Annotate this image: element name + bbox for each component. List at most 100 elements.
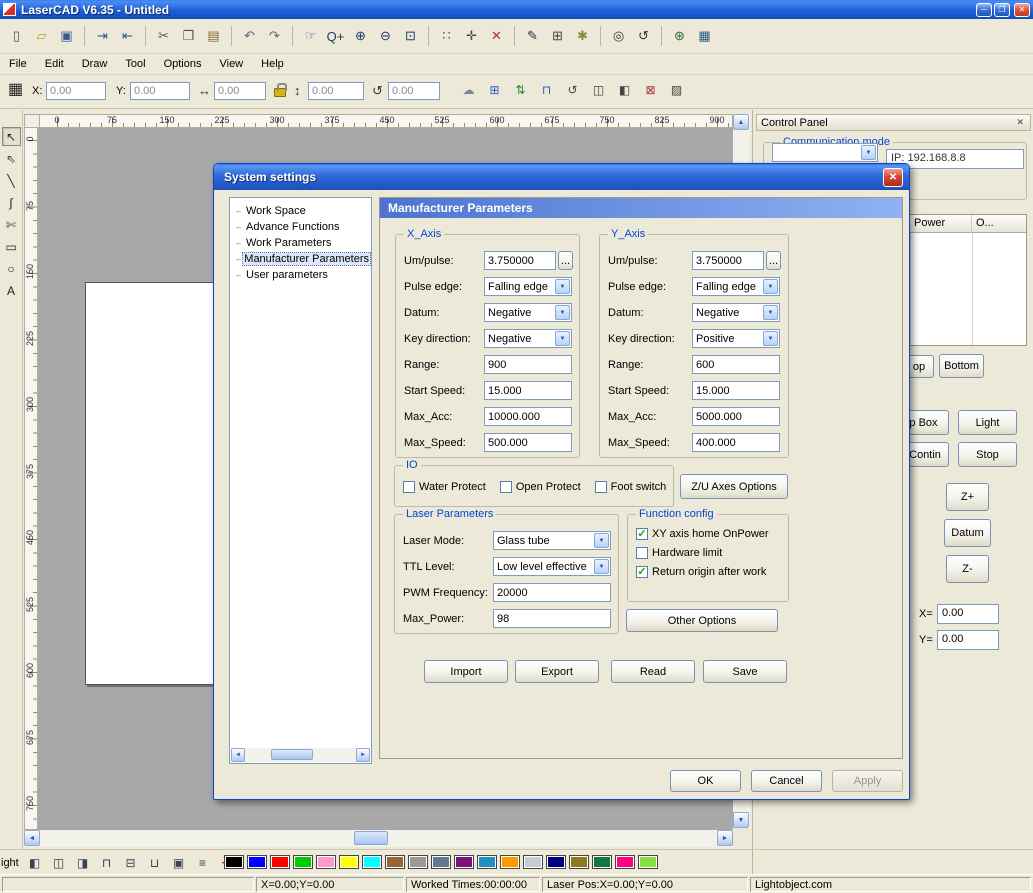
pan-hand-icon[interactable]: ☞ — [299, 25, 322, 48]
scrollbar-thumb[interactable] — [271, 749, 313, 760]
menu-item-edit[interactable]: Edit — [36, 55, 73, 73]
delete-object-icon[interactable]: ⊠ — [640, 80, 661, 99]
curve-tool[interactable]: ∫ — [2, 193, 21, 212]
import-file-icon[interactable]: ⇥ — [91, 25, 114, 48]
ok-button[interactable]: OK — [670, 770, 741, 792]
dialog-close-button[interactable]: ✕ — [883, 168, 903, 187]
align-top-icon[interactable]: ⊓ — [96, 853, 117, 872]
paste-icon[interactable]: ▤ — [202, 25, 225, 48]
align-bottom-icon[interactable]: ⊔ — [144, 853, 165, 872]
tools-icon[interactable]: ✱ — [571, 25, 594, 48]
menu-item-help[interactable]: Help — [252, 55, 293, 73]
zoom-plus-icon[interactable]: Q+ — [324, 25, 347, 48]
text-tool[interactable]: A — [2, 281, 21, 300]
checkbox-open-protect[interactable]: Open Protect — [500, 481, 581, 493]
zu-axes-options-button[interactable]: Z/U Axes Options — [680, 474, 788, 499]
input-um-pulse[interactable]: 3.750000 — [484, 251, 556, 270]
color-swatch-7[interactable] — [385, 855, 405, 869]
checkbox-hardware-limit[interactable]: Hardware limit — [636, 547, 788, 559]
export-button[interactable]: Export — [515, 660, 599, 683]
select-key-direction[interactable]: Negative▼ — [484, 329, 572, 348]
scroll-right-icon[interactable]: ► — [356, 748, 370, 762]
save-button[interactable]: Save — [703, 660, 787, 683]
rotate-tool-icon[interactable]: ↺ — [562, 80, 583, 99]
bridge-icon[interactable]: ⊓ — [536, 80, 557, 99]
y-coordinate-input[interactable]: 0.00 — [130, 82, 190, 100]
input-um-pulse[interactable]: 3.750000 — [692, 251, 764, 270]
color-swatch-3[interactable] — [293, 855, 313, 869]
import-button[interactable]: Import — [424, 660, 508, 683]
align-right-icon[interactable]: ◨ — [72, 853, 93, 872]
rectangle-tool[interactable]: ▭ — [2, 237, 21, 256]
node-delete-icon[interactable]: ✕ — [485, 25, 508, 48]
rotate-view-icon[interactable]: ↺ — [632, 25, 655, 48]
align-middle-icon[interactable]: ⊟ — [120, 853, 141, 872]
distribute-icon[interactable]: ≡ — [192, 853, 213, 872]
input-start-speed[interactable]: 15.000 — [692, 381, 780, 400]
color-swatch-0[interactable] — [224, 855, 244, 869]
tree-item-manufacturer-parameters[interactable]: –Manufacturer Parameters — [230, 251, 371, 267]
scroll-left-icon[interactable]: ◄ — [231, 748, 245, 762]
color-swatch-8[interactable] — [408, 855, 428, 869]
weld-icon[interactable]: ☁ — [458, 80, 479, 99]
node-add-icon[interactable]: ✛ — [460, 25, 483, 48]
same-size-icon[interactable]: ▣ — [168, 853, 189, 872]
width-input[interactable]: 0.00 — [214, 82, 266, 100]
mirror-horizontal-icon[interactable]: ◧ — [614, 80, 635, 99]
undo-icon[interactable]: ↶ — [238, 25, 261, 48]
apply-button[interactable]: Apply — [832, 770, 903, 792]
color-swatch-2[interactable] — [270, 855, 290, 869]
menu-item-draw[interactable]: Draw — [73, 55, 117, 73]
tree-item-work-parameters[interactable]: –Work Parameters — [230, 235, 371, 251]
cut-icon[interactable]: ✂ — [152, 25, 175, 48]
close-icon[interactable]: ✕ — [1014, 117, 1026, 128]
save-icon[interactable]: ▣ — [55, 25, 78, 48]
select-datum[interactable]: Negative▼ — [692, 303, 780, 322]
input-max-acc[interactable]: 10000.000 — [484, 407, 572, 426]
color-swatch-13[interactable] — [523, 855, 543, 869]
hatch-icon[interactable]: ▨ — [666, 80, 687, 99]
checkbox-water-protect[interactable]: Water Protect — [403, 481, 486, 493]
redo-icon[interactable]: ↷ — [263, 25, 286, 48]
input-max-acc[interactable]: 5000.000 — [692, 407, 780, 426]
copy-icon[interactable]: ❐ — [177, 25, 200, 48]
communication-mode-select[interactable]: ▼ — [772, 143, 878, 162]
node-edit-tool[interactable]: ⇖ — [2, 149, 21, 168]
select-pulse-edge[interactable]: Falling edge▼ — [692, 277, 780, 296]
array-icon[interactable]: ⊞ — [484, 80, 505, 99]
checkbox-xy-axis-home-onpower[interactable]: ✓XY axis home OnPower — [636, 528, 788, 540]
node-array-icon[interactable]: ∷ — [435, 25, 458, 48]
tree-item-work-space[interactable]: –Work Space — [230, 203, 371, 219]
z-plus-button[interactable]: Z+ — [946, 483, 989, 511]
input-pwm-frequency[interactable]: 20000 — [493, 583, 611, 602]
color-swatch-6[interactable] — [362, 855, 382, 869]
x-coordinate-input[interactable]: 0.00 — [46, 82, 106, 100]
menu-item-file[interactable]: File — [0, 55, 36, 73]
sort-icon[interactable]: ⇅ — [510, 80, 531, 99]
menu-item-view[interactable]: View — [210, 55, 252, 73]
input-range[interactable]: 600 — [692, 355, 780, 374]
checkbox-foot-switch[interactable]: Foot switch — [595, 481, 667, 493]
input-max-speed[interactable]: 500.000 — [484, 433, 572, 452]
tree-horizontal-scrollbar[interactable]: ◄ ► — [231, 748, 370, 762]
color-swatch-10[interactable] — [454, 855, 474, 869]
ellipse-tool[interactable]: ○ — [2, 259, 21, 278]
ellipsis-button[interactable]: ... — [558, 251, 573, 270]
select-datum[interactable]: Negative▼ — [484, 303, 572, 322]
tree-item-user-parameters[interactable]: –User parameters — [230, 267, 371, 283]
zoom-out-icon[interactable]: ⊖ — [374, 25, 397, 48]
select-laser-mode[interactable]: Glass tube▼ — [493, 531, 611, 550]
select-key-direction[interactable]: Positive▼ — [692, 329, 780, 348]
output-column-header[interactable]: O... — [972, 215, 1026, 233]
scroll-up-icon[interactable]: ▲ — [733, 114, 749, 130]
input-range[interactable]: 900 — [484, 355, 572, 374]
ellipsis-button[interactable]: ... — [766, 251, 781, 270]
checkbox-return-origin-after-work[interactable]: ✓Return origin after work — [636, 566, 788, 578]
anchor-grid-icon[interactable]: ▦ — [8, 82, 23, 98]
input-max-power[interactable]: 98 — [493, 609, 611, 628]
menu-item-tool[interactable]: Tool — [116, 55, 154, 73]
export-file-icon[interactable]: ⇤ — [116, 25, 139, 48]
align-left-icon[interactable]: ◧ — [24, 853, 45, 872]
color-swatch-16[interactable] — [592, 855, 612, 869]
color-swatch-12[interactable] — [500, 855, 520, 869]
